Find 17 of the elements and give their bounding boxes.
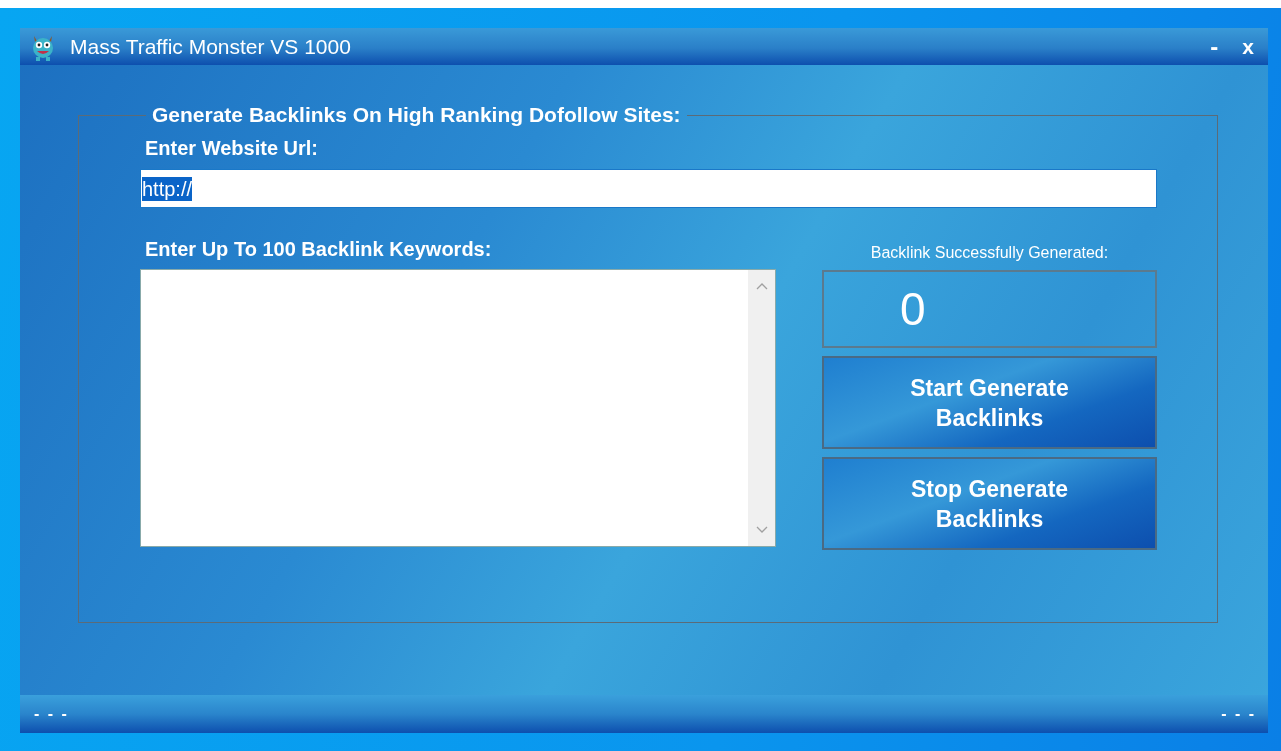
chevron-down-icon[interactable] xyxy=(755,526,768,534)
minimize-button[interactable]: - xyxy=(1208,34,1221,59)
counter-value: 0 xyxy=(900,282,926,336)
scrollbar[interactable] xyxy=(748,270,775,546)
action-button[interactable]: Stop Generate Backlinks xyxy=(822,457,1157,550)
status-text: - - - xyxy=(34,705,69,723)
counter-label: Backlink Successfully Generated: xyxy=(869,244,1110,262)
window-title: Mass Traffic Monster VS 1000 xyxy=(70,34,351,59)
group-title: Generate Backlinks On High Ranking Dofollow Sites: xyxy=(151,103,682,127)
action-button[interactable]: Start Generate Backlinks xyxy=(822,356,1157,449)
field-label: Enter Website Url: xyxy=(144,137,319,160)
chevron-up-icon[interactable] xyxy=(755,282,768,290)
url-field[interactable]: http:// xyxy=(140,169,1157,208)
keywords-field[interactable] xyxy=(140,269,776,547)
status-text: - - - xyxy=(1221,705,1256,723)
field-label: Enter Up To 100 Backlink Keywords: xyxy=(144,238,493,261)
close-button[interactable]: x xyxy=(1240,34,1256,59)
